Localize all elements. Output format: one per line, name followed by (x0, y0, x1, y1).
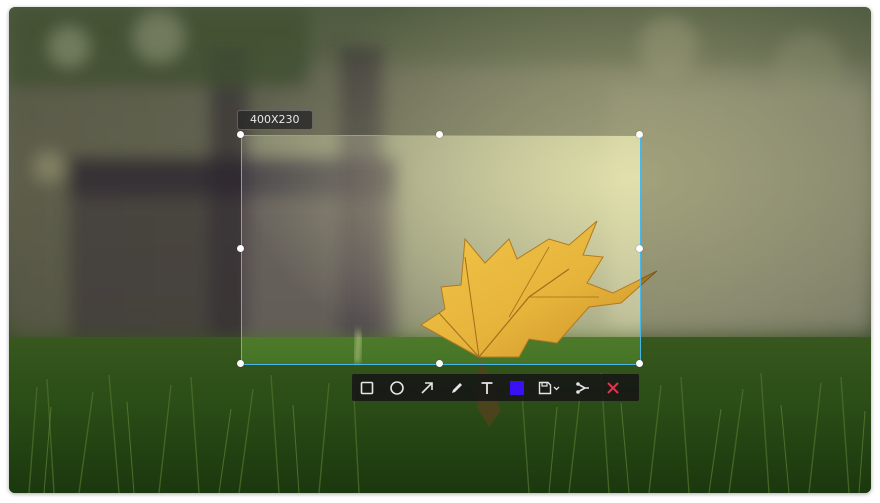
selection-size-label: 400X230 (237, 110, 313, 130)
resize-handle-left[interactable] (237, 245, 244, 252)
save-button[interactable] (532, 374, 568, 401)
ellipse-icon (390, 380, 404, 395)
selection-rectangle[interactable] (241, 135, 641, 365)
pin-button[interactable] (568, 374, 598, 401)
text-icon (481, 381, 493, 394)
resize-handle-top-left[interactable] (237, 131, 244, 138)
screenshot-canvas[interactable]: 400X230 (9, 7, 871, 493)
color-picker-button[interactable] (502, 374, 532, 401)
text-tool-button[interactable] (472, 374, 502, 401)
resize-handle-right[interactable] (636, 245, 643, 252)
pin-icon (576, 381, 589, 394)
save-icon (538, 381, 560, 394)
rectangle-icon (360, 381, 374, 394)
resize-handle-bottom-left[interactable] (237, 360, 244, 367)
ellipse-tool-button[interactable] (382, 374, 412, 401)
pen-tool-button[interactable] (442, 374, 472, 401)
resize-handle-top-right[interactable] (636, 131, 643, 138)
arrow-icon (421, 381, 433, 394)
dim-overlay-left (9, 135, 241, 364)
resize-handle-bottom-right[interactable] (636, 360, 643, 367)
pen-icon (452, 382, 462, 393)
arrow-tool-button[interactable] (412, 374, 442, 401)
resize-handle-bottom[interactable] (436, 360, 443, 367)
close-icon (607, 381, 619, 394)
close-button[interactable] (598, 374, 628, 401)
resize-handle-top[interactable] (436, 131, 443, 138)
rectangle-tool-button[interactable] (352, 374, 382, 401)
dim-overlay-top (9, 7, 871, 135)
color-swatch (510, 380, 524, 395)
annotation-toolbar (352, 374, 639, 401)
dim-overlay-right (640, 135, 871, 364)
